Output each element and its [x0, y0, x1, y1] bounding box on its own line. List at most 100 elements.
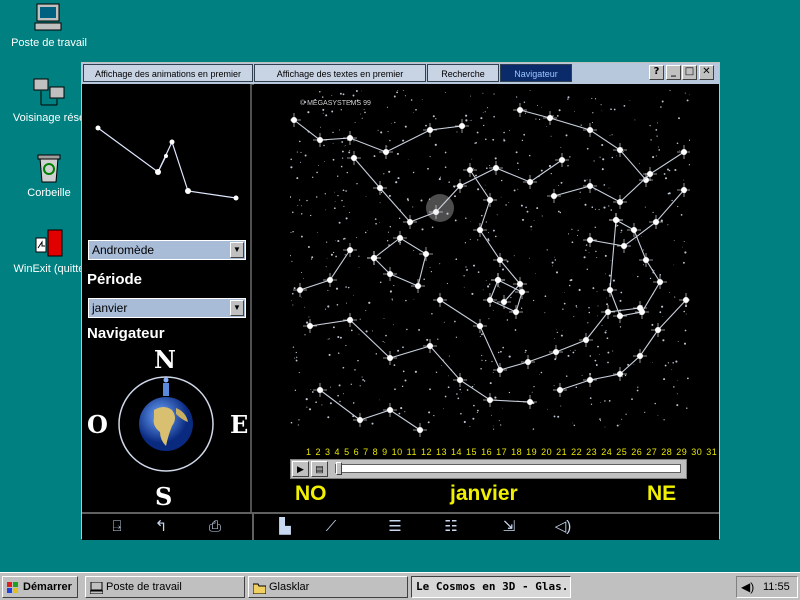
background-star	[677, 205, 679, 208]
day-tick[interactable]: 12	[421, 447, 432, 457]
day-tick[interactable]: 22	[571, 447, 582, 457]
tab-animations-first[interactable]: Affichage des animations en premier	[83, 64, 253, 82]
day-tick[interactable]: 1	[306, 447, 312, 457]
compass-east[interactable]: E	[230, 410, 248, 439]
background-star	[667, 362, 670, 364]
help-button[interactable]: ?	[649, 65, 664, 80]
background-star	[477, 188, 480, 191]
day-tick[interactable]: 5	[344, 447, 350, 457]
volume-icon[interactable]: ◀)	[741, 577, 754, 597]
period-select[interactable]: janvier ▼	[88, 298, 246, 318]
tab-texts-first[interactable]: Affichage des textes en premier	[254, 64, 426, 82]
background-star	[637, 386, 639, 388]
notes-icon[interactable]: ☰	[384, 517, 406, 537]
day-tick[interactable]: 6	[354, 447, 360, 457]
start-button[interactable]: Démarrer	[2, 576, 78, 598]
background-star	[685, 313, 687, 315]
day-tick[interactable]: 14	[451, 447, 462, 457]
day-tick[interactable]: 28	[661, 447, 672, 457]
day-slider-track[interactable]	[335, 462, 681, 475]
day-tick[interactable]: 8	[373, 447, 379, 457]
day-tick[interactable]: 4	[335, 447, 341, 457]
constellation-select[interactable]: Andromède ▼	[88, 240, 246, 260]
background-star	[331, 94, 333, 96]
background-star	[418, 328, 421, 331]
pointer-icon[interactable]: ⇲	[498, 517, 520, 537]
background-star	[663, 419, 665, 421]
background-star	[295, 358, 297, 360]
day-slider-thumb[interactable]	[336, 462, 342, 475]
speaker-icon[interactable]: ◁)	[552, 517, 574, 537]
taskbar-button-my-computer[interactable]: Poste de travail	[85, 576, 245, 598]
help-notes-icon[interactable]: ☷	[440, 517, 462, 537]
earth-globe-icon[interactable]	[138, 396, 194, 452]
day-tick[interactable]: 13	[436, 447, 447, 457]
background-star	[476, 131, 479, 134]
background-star	[621, 146, 623, 148]
background-star	[611, 134, 613, 136]
background-star	[540, 371, 543, 374]
day-tick[interactable]: 3	[325, 447, 331, 457]
projector-icon[interactable]: ▙	[274, 517, 296, 537]
tab-navigator[interactable]: Navigateur	[500, 64, 572, 82]
compass-south[interactable]: S	[155, 482, 172, 511]
telescope-icon[interactable]: ⟋	[320, 517, 342, 537]
background-star	[559, 211, 562, 214]
background-star	[506, 260, 509, 263]
day-tick[interactable]: 31	[706, 447, 717, 457]
day-tick[interactable]: 29	[676, 447, 687, 457]
background-star	[345, 286, 347, 288]
day-tick[interactable]: 23	[586, 447, 597, 457]
day-tick[interactable]: 30	[691, 447, 702, 457]
background-star	[294, 389, 297, 391]
minimize-button[interactable]: _	[666, 65, 681, 80]
background-star	[385, 334, 387, 337]
play-icon[interactable]: ▶	[292, 461, 309, 477]
background-star	[397, 349, 400, 352]
tab-search[interactable]: Recherche	[427, 64, 499, 82]
day-tick[interactable]: 7	[363, 447, 369, 457]
day-tick[interactable]: 16	[481, 447, 492, 457]
day-tick[interactable]: 26	[631, 447, 642, 457]
chevron-down-icon[interactable]: ▼	[230, 242, 244, 258]
maximize-button[interactable]: □	[682, 65, 697, 80]
day-tick[interactable]: 2	[316, 447, 322, 457]
day-tick[interactable]: 20	[541, 447, 552, 457]
day-tick[interactable]: 24	[601, 447, 612, 457]
sky-view[interactable]: © MEGASYSTEMS 99 1 2 3 4 5 6 7 8 9 10 11 12 13 14 15 16…	[254, 84, 719, 512]
day-tick[interactable]: 21	[556, 447, 567, 457]
desktop-icon-my-computer[interactable]: Poste de travail	[4, 2, 94, 49]
day-tick[interactable]: 11	[407, 447, 417, 457]
day-tick[interactable]: 10	[392, 447, 403, 457]
day-tick[interactable]: 27	[646, 447, 657, 457]
print-icon[interactable]: ⎙	[204, 517, 226, 537]
close-button[interactable]: ✕	[699, 65, 714, 80]
day-tick[interactable]: 15	[466, 447, 477, 457]
back-arrow-icon[interactable]: ↰	[150, 517, 172, 537]
taskbar-button-glasklar[interactable]: Glasklar	[248, 576, 408, 598]
day-tick[interactable]: 18	[511, 447, 522, 457]
background-star	[337, 194, 339, 197]
background-star	[396, 91, 399, 94]
compass-north[interactable]: N	[154, 345, 176, 374]
day-tick[interactable]: 19	[526, 447, 537, 457]
compass-west[interactable]: O	[87, 410, 108, 439]
background-star	[588, 311, 591, 314]
calendar-icon[interactable]: ▤	[311, 461, 328, 477]
background-star	[332, 326, 335, 329]
chevron-down-icon[interactable]: ▼	[230, 300, 244, 316]
day-tick[interactable]: 17	[496, 447, 507, 457]
day-tick[interactable]: 25	[616, 447, 627, 457]
star-map[interactable]	[290, 90, 690, 440]
clock[interactable]: 11:55	[763, 577, 790, 597]
background-star	[477, 409, 479, 412]
taskbar-button-cosmos[interactable]: Le Cosmos en 3D - Glas...	[411, 576, 571, 598]
background-star	[488, 318, 490, 320]
background-star	[332, 143, 334, 145]
background-star	[606, 337, 609, 340]
background-star	[455, 258, 458, 261]
exit-door-icon[interactable]: ⍈	[106, 517, 128, 537]
day-tick[interactable]: 9	[382, 447, 388, 457]
background-star	[641, 235, 642, 237]
background-star	[432, 115, 435, 118]
